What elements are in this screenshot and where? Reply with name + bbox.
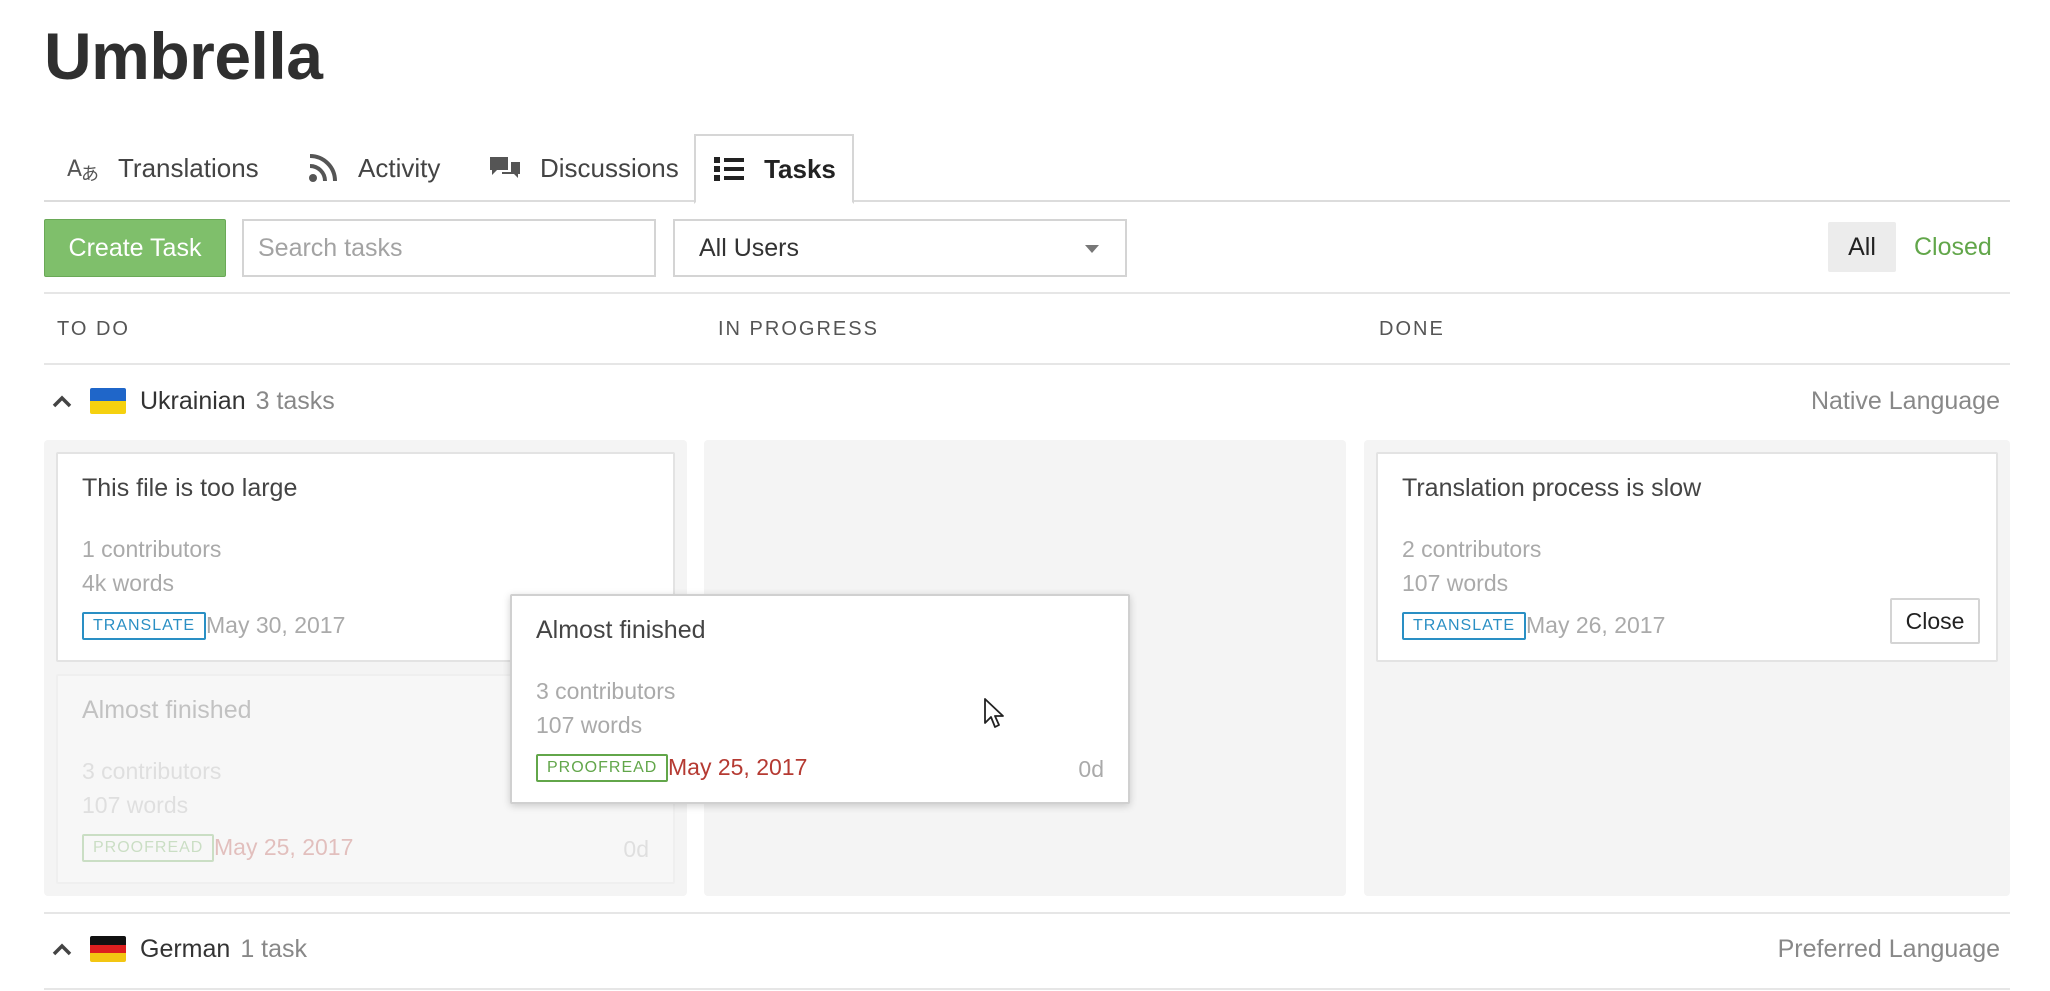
flag-ukraine-icon — [90, 388, 126, 414]
task-due: 0d — [623, 836, 649, 862]
page-title: Umbrella — [44, 19, 323, 93]
group-language-preference: Preferred Language — [1777, 934, 2000, 963]
task-words: 107 words — [1402, 570, 1509, 596]
divider — [44, 912, 2010, 914]
task-date: May 25, 2017 — [214, 834, 354, 860]
group-language-name: Ukrainian — [140, 386, 246, 415]
task-contributors: 2 contributors — [1402, 536, 1542, 562]
list-icon — [712, 154, 746, 184]
flag-germany-icon — [90, 936, 126, 962]
task-type-badge: TRANSLATE — [82, 612, 207, 640]
column-header-in-progress: IN PROGRESS — [718, 318, 879, 340]
task-title: Almost finished — [82, 696, 252, 724]
group-header-ukrainian[interactable]: Ukrainian 3 tasks Native Language — [44, 376, 2010, 426]
task-type-badge: TRANSLATE — [1402, 612, 1527, 640]
task-title: This file is too large — [82, 474, 298, 502]
caret-down-icon — [1085, 245, 1099, 253]
dragging-task-card[interactable]: Almost finished 3 contributors 107 words… — [510, 594, 1130, 804]
filter-closed-link[interactable]: Closed — [1906, 222, 2000, 272]
task-date: May 25, 2017 — [668, 754, 808, 780]
task-title: Translation process is slow — [1402, 474, 1702, 502]
group-language-preference: Native Language — [1810, 386, 2000, 415]
task-contributors: 3 contributors — [536, 678, 676, 704]
filter-all-button[interactable]: All — [1828, 222, 1896, 272]
users-select[interactable]: All Users — [673, 219, 1127, 277]
group-header-german[interactable]: German 1 task Preferred Language — [44, 924, 2010, 974]
column-header-done: DONE — [1379, 318, 1445, 340]
group-language-name: German — [140, 934, 231, 963]
group-task-count: 1 task — [240, 934, 308, 963]
task-date: May 30, 2017 — [206, 612, 346, 638]
divider — [44, 988, 2010, 990]
svg-text:A: A — [67, 157, 82, 182]
group-task-count: 3 tasks — [255, 386, 335, 415]
task-words: 107 words — [536, 712, 643, 738]
create-task-button[interactable]: Create Task — [44, 219, 226, 277]
divider — [44, 292, 2010, 294]
task-due: 0d — [1078, 756, 1104, 782]
tab-bar: Aあ Translations Activity Discussions Tas… — [44, 134, 2010, 204]
rss-icon — [306, 153, 340, 183]
comments-icon — [488, 153, 522, 183]
svg-text:あ: あ — [81, 164, 99, 182]
task-type-badge: PROOFREAD — [536, 754, 669, 782]
users-select-value: All Users — [699, 233, 800, 262]
tab-label: Tasks — [764, 153, 836, 184]
task-words: 107 words — [82, 792, 189, 818]
chevron-up-icon[interactable] — [50, 937, 74, 961]
task-date: May 26, 2017 — [1526, 612, 1666, 638]
task-contributors: 1 contributors — [82, 536, 222, 562]
task-type-badge: PROOFREAD — [82, 834, 215, 862]
task-words: 4k words — [82, 570, 175, 596]
tab-label: Discussions — [540, 152, 679, 183]
tab-discussions[interactable]: Discussions — [488, 134, 679, 202]
translate-icon: Aあ — [66, 153, 100, 183]
task-contributors: 3 contributors — [82, 758, 222, 784]
close-task-button[interactable]: Close — [1890, 598, 1980, 644]
tab-tasks[interactable]: Tasks — [694, 134, 854, 204]
tab-translations[interactable]: Aあ Translations — [66, 134, 259, 202]
cursor-arrow-icon — [984, 698, 1006, 735]
task-title: Almost finished — [536, 616, 706, 644]
tab-activity[interactable]: Activity — [306, 134, 440, 202]
tab-label: Translations — [118, 152, 259, 183]
tab-label: Activity — [358, 152, 441, 183]
divider — [44, 363, 2010, 365]
chevron-up-icon[interactable] — [50, 389, 74, 413]
task-card[interactable]: Translation process is slow 2 contributo… — [1376, 452, 1998, 662]
column-header-todo: TO DO — [57, 318, 130, 340]
search-input[interactable] — [242, 219, 656, 277]
